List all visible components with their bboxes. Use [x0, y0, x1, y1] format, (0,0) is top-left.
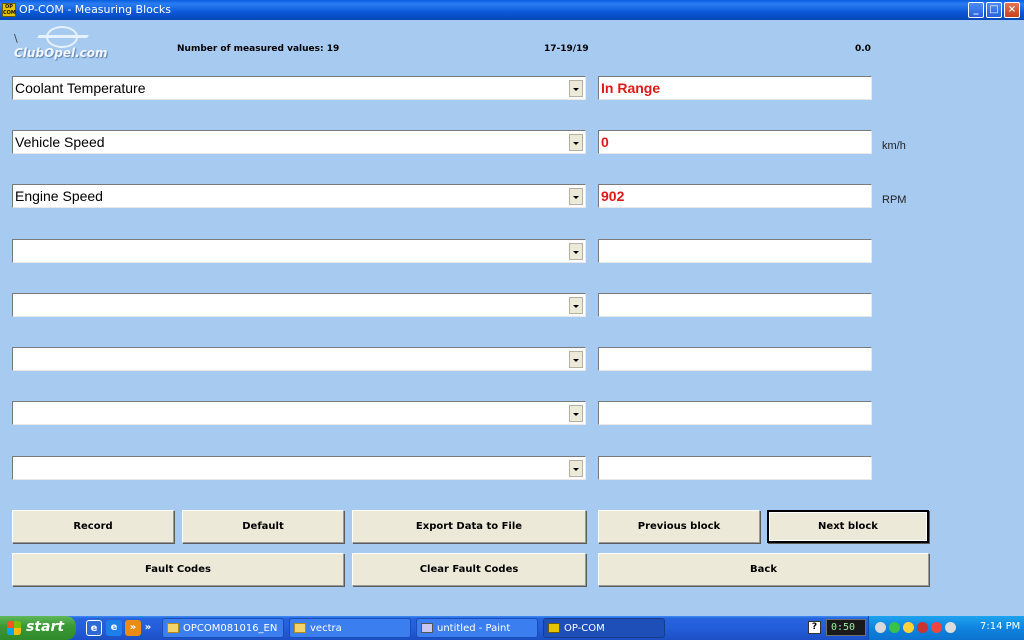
parameter-value-field[interactable]: 902: [598, 184, 872, 208]
dropdown-arrow-icon[interactable]: [569, 243, 583, 260]
fault-codes-button[interactable]: Fault Codes: [12, 553, 344, 586]
dropdown-arrow-icon[interactable]: [569, 297, 583, 314]
task-opcom[interactable]: OP-COM: [543, 618, 665, 638]
dropdown-arrow-icon[interactable]: [569, 405, 583, 422]
opcom-task-icon: [548, 623, 560, 633]
network-icon[interactable]: [875, 622, 886, 633]
usb-icon[interactable]: [945, 622, 956, 633]
measurement-row-4: [0, 239, 1024, 265]
dropdown-arrow-icon[interactable]: [569, 460, 583, 477]
back-button[interactable]: Back: [598, 553, 929, 586]
antivirus-icon[interactable]: [917, 622, 928, 633]
clear-fault-codes-button[interactable]: Clear Fault Codes: [352, 553, 586, 586]
parameter-select[interactable]: [12, 239, 586, 263]
parameter-select[interactable]: Vehicle Speed: [12, 130, 586, 154]
parameter-value-field[interactable]: [598, 347, 872, 371]
parameter-select[interactable]: [12, 456, 586, 480]
parameter-unit: RPM: [882, 194, 907, 206]
parameter-value-field[interactable]: [598, 239, 872, 263]
parameter-value-field[interactable]: [598, 401, 872, 425]
close-button[interactable]: ×: [1004, 2, 1020, 18]
measurement-row-1: Coolant Temperature In Range: [0, 76, 1024, 102]
previous-block-button[interactable]: Previous block: [598, 510, 760, 543]
logo-mark: \: [14, 32, 18, 45]
measurement-row-7: [0, 401, 1024, 427]
parameter-value: In Range: [601, 80, 661, 96]
measurement-row-8: [0, 456, 1024, 482]
taskbar: start e e » » OPCOM081016_EN vectra unti…: [0, 616, 1024, 640]
opel-bolt-icon: [37, 35, 89, 38]
system-clock[interactable]: 7:14 PM: [980, 621, 1020, 632]
paint-icon: [421, 623, 433, 633]
measurement-row-2: Vehicle Speed 0 km/h: [0, 130, 1024, 156]
parameter-label: Vehicle Speed: [15, 134, 105, 150]
parameter-value-field[interactable]: [598, 456, 872, 480]
folder-icon: [294, 623, 306, 633]
logo-text: ClubOpel.com: [14, 46, 108, 60]
parameter-select[interactable]: [12, 401, 586, 425]
internet-explorer-icon[interactable]: e: [106, 620, 122, 636]
parameter-label: Engine Speed: [15, 188, 103, 204]
start-button[interactable]: start: [0, 616, 76, 640]
task-vectra-folder[interactable]: vectra: [289, 618, 411, 638]
parameter-value-field[interactable]: 0: [598, 130, 872, 154]
parameter-value: 902: [601, 188, 625, 204]
opcom-app-icon: OP COM: [2, 3, 16, 17]
windows-flag-icon: [7, 621, 21, 635]
record-button[interactable]: Record: [12, 510, 174, 543]
help-icon[interactable]: ?: [808, 621, 821, 634]
start-label: start: [26, 619, 65, 635]
elapsed-time: 0.0: [855, 44, 871, 54]
task-label: OP-COM: [564, 622, 605, 634]
minimize-button[interactable]: _: [968, 2, 984, 18]
dropdown-arrow-icon[interactable]: [569, 188, 583, 205]
parameter-label: Coolant Temperature: [15, 80, 146, 96]
window-title: OP-COM - Measuring Blocks: [19, 3, 172, 16]
show-desktop-icon[interactable]: e: [86, 620, 102, 636]
dropdown-arrow-icon[interactable]: [569, 80, 583, 97]
parameter-value-field[interactable]: In Range: [598, 76, 872, 100]
export-data-button[interactable]: Export Data to File: [352, 510, 586, 543]
task-label: untitled - Paint: [437, 622, 511, 634]
timer-display: 0:50: [826, 619, 866, 636]
parameter-value: 0: [601, 134, 609, 150]
parameter-unit: km/h: [882, 140, 906, 152]
club-opel-logo: \ ClubOpel.com: [10, 24, 120, 62]
task-label: OPCOM081016_EN: [183, 622, 278, 634]
dropdown-arrow-icon[interactable]: [569, 351, 583, 368]
measurement-row-6: [0, 347, 1024, 373]
task-paint[interactable]: untitled - Paint: [416, 618, 538, 638]
maximize-button[interactable]: □: [986, 2, 1002, 18]
measured-values-count: Number of measured values: 19: [177, 44, 340, 54]
measurement-row-3: Engine Speed 902 RPM: [0, 184, 1024, 210]
parameter-select[interactable]: [12, 293, 586, 317]
default-button[interactable]: Default: [182, 510, 344, 543]
measurement-row-5: [0, 293, 1024, 319]
block-range: 17-19/19: [544, 44, 589, 54]
parameter-select[interactable]: [12, 347, 586, 371]
folder-icon: [167, 623, 179, 633]
task-label: vectra: [310, 622, 342, 634]
next-block-button[interactable]: Next block: [767, 510, 929, 543]
security-icon[interactable]: [889, 622, 900, 633]
title-bar[interactable]: OP COM OP-COM - Measuring Blocks _ □ ×: [0, 0, 1024, 20]
parameter-select[interactable]: Engine Speed: [12, 184, 586, 208]
dropdown-arrow-icon[interactable]: [569, 134, 583, 151]
task-opcom-folder[interactable]: OPCOM081016_EN: [162, 618, 284, 638]
media-player-icon[interactable]: »: [125, 620, 141, 636]
parameter-value-field[interactable]: [598, 293, 872, 317]
ati-icon[interactable]: [931, 622, 942, 633]
parameter-select[interactable]: Coolant Temperature: [12, 76, 586, 100]
messenger-icon[interactable]: [903, 622, 914, 633]
chevron-more-icon[interactable]: »: [143, 620, 153, 636]
